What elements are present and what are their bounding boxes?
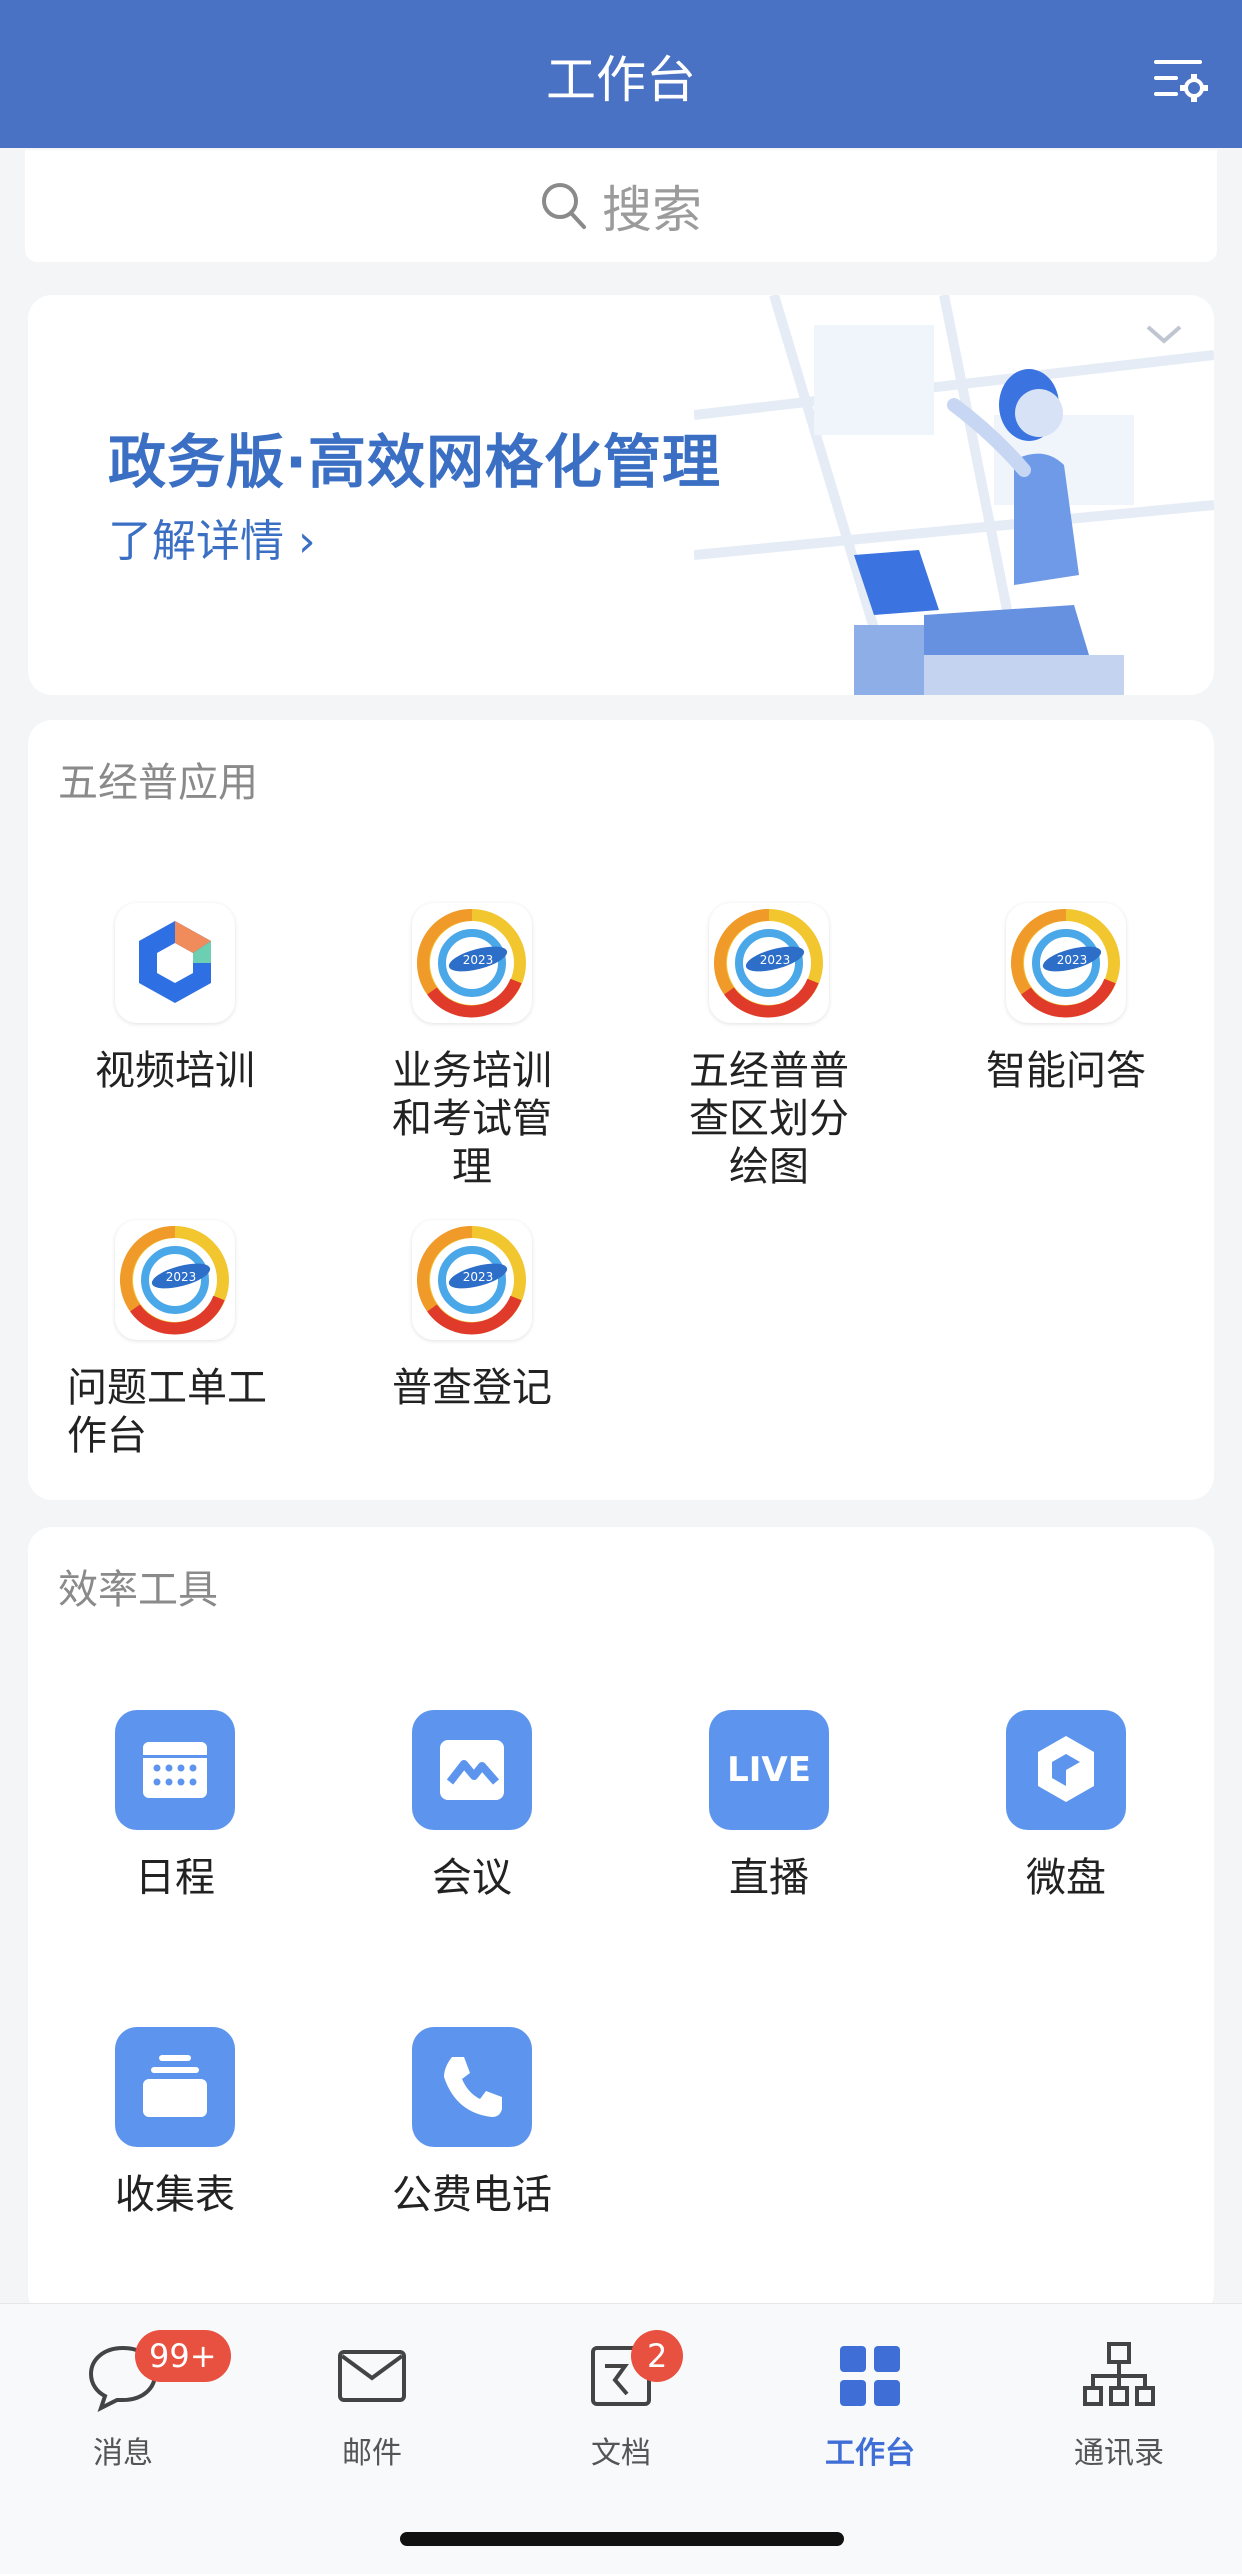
org-chart-icon <box>1083 2342 1155 2406</box>
page-title: 工作台 <box>546 51 696 109</box>
svg-text:2023: 2023 <box>463 953 494 967</box>
app-label: 智能问答 <box>986 1048 1146 1094</box>
app-drive[interactable]: 微盘 <box>946 1710 1186 1902</box>
banner-title: 政务版·高效网格化管理 <box>108 428 722 496</box>
app-label: 公费电话 <box>392 2172 552 2218</box>
tab-label: 工作台 <box>825 2436 915 2471</box>
live-icon: LIVE <box>709 1710 829 1830</box>
app-census-registration[interactable]: 2023 普查登记 <box>352 1220 592 1412</box>
search-placeholder: 搜索 <box>602 181 702 239</box>
census-2023-logo-icon: 2023 <box>412 903 532 1023</box>
app-label: 微盘 <box>1026 1855 1106 1901</box>
census-2023-logo-icon: 2023 <box>709 903 829 1023</box>
app-form-collect[interactable]: 收集表 <box>55 2027 295 2219</box>
unread-badge: 99+ <box>135 2330 231 2382</box>
cube-logo-icon <box>115 903 235 1023</box>
search-bar[interactable]: 搜索 <box>25 150 1217 262</box>
svg-text:2023: 2023 <box>463 1270 494 1284</box>
collapse-chevron-icon[interactable] <box>1144 323 1184 347</box>
app-label: 直播 <box>729 1855 809 1901</box>
app-label: 日程 <box>135 1855 215 1901</box>
svg-text:2023: 2023 <box>760 953 791 967</box>
tab-workbench[interactable]: 工作台 <box>770 2330 970 2472</box>
section-title: 效率工具 <box>58 1567 218 1613</box>
census-2023-logo-icon: 2023 <box>115 1220 235 1340</box>
tab-mail[interactable]: 邮件 <box>272 2330 472 2472</box>
census-2023-logo-icon: 2023 <box>1006 903 1126 1023</box>
unread-badge: 2 <box>631 2330 684 2382</box>
app-label: 业务培训和考试管理 <box>392 1048 552 1190</box>
phone-icon <box>412 2027 532 2147</box>
app-label: 收集表 <box>115 2172 235 2218</box>
tab-label: 邮件 <box>342 2436 402 2471</box>
app-label: 视频培训 <box>95 1048 255 1094</box>
banner-illustration <box>694 295 1214 695</box>
promo-banner[interactable]: 政务版·高效网格化管理 了解详情 › <box>28 295 1214 695</box>
tab-label: 文档 <box>591 2436 651 2471</box>
app-live[interactable]: LIVE 直播 <box>649 1710 889 1902</box>
svg-text:2023: 2023 <box>1057 953 1088 967</box>
live-icon-text: LIVE <box>727 1750 811 1790</box>
section-efficiency-tools: 效率工具 日程 会议 LIVE 直播 微盘 收集表 公费电话 <box>28 1527 1214 2317</box>
grid-apps-icon <box>840 2346 900 2406</box>
meeting-icon <box>412 1710 532 1830</box>
workbench-settings-icon[interactable] <box>1150 50 1212 112</box>
app-issue-ticket-workbench[interactable]: 2023 问题工单工作台 <box>55 1220 295 1460</box>
tab-messages[interactable]: 99+ 消息 <box>23 2330 231 2472</box>
tab-label: 消息 <box>93 2436 153 2471</box>
banner-learn-more-link[interactable]: 了解详情 › <box>108 505 316 569</box>
app-label: 五经普普查区划分绘图 <box>689 1048 849 1190</box>
app-census-area-mapping[interactable]: 2023 五经普普查区划分绘图 <box>649 903 889 1191</box>
app-label: 普查登记 <box>392 1365 552 1411</box>
tab-label: 通讯录 <box>1074 2436 1164 2471</box>
app-public-phone[interactable]: 公费电话 <box>352 2027 592 2219</box>
app-schedule[interactable]: 日程 <box>55 1710 295 1902</box>
home-indicator[interactable] <box>400 2532 844 2546</box>
search-icon <box>542 183 586 229</box>
app-smart-qa[interactable]: 2023 智能问答 <box>946 903 1186 1095</box>
app-business-training-exam[interactable]: 2023 业务培训和考试管理 <box>352 903 592 1191</box>
calendar-icon <box>115 1710 235 1830</box>
svg-text:2023: 2023 <box>166 1270 197 1284</box>
section-wujingpu-apps: 五经普应用 视频培训 2023 业务培训和考试管理 2023 五经普普查区划分绘… <box>28 720 1214 1500</box>
tab-documents[interactable]: 2 文档 <box>521 2330 721 2472</box>
app-meeting[interactable]: 会议 <box>352 1710 592 1902</box>
census-2023-logo-icon: 2023 <box>412 1220 532 1340</box>
top-app-bar: 工作台 <box>0 0 1242 148</box>
drive-icon <box>1006 1710 1126 1830</box>
app-video-training[interactable]: 视频培训 <box>55 903 295 1095</box>
app-label: 问题工单工作台 <box>67 1365 267 1459</box>
app-label: 会议 <box>432 1855 512 1901</box>
tab-contacts[interactable]: 通讯录 <box>1019 2330 1219 2472</box>
mail-icon <box>338 2350 406 2402</box>
form-collect-icon <box>115 2027 235 2147</box>
section-title: 五经普应用 <box>58 760 258 806</box>
